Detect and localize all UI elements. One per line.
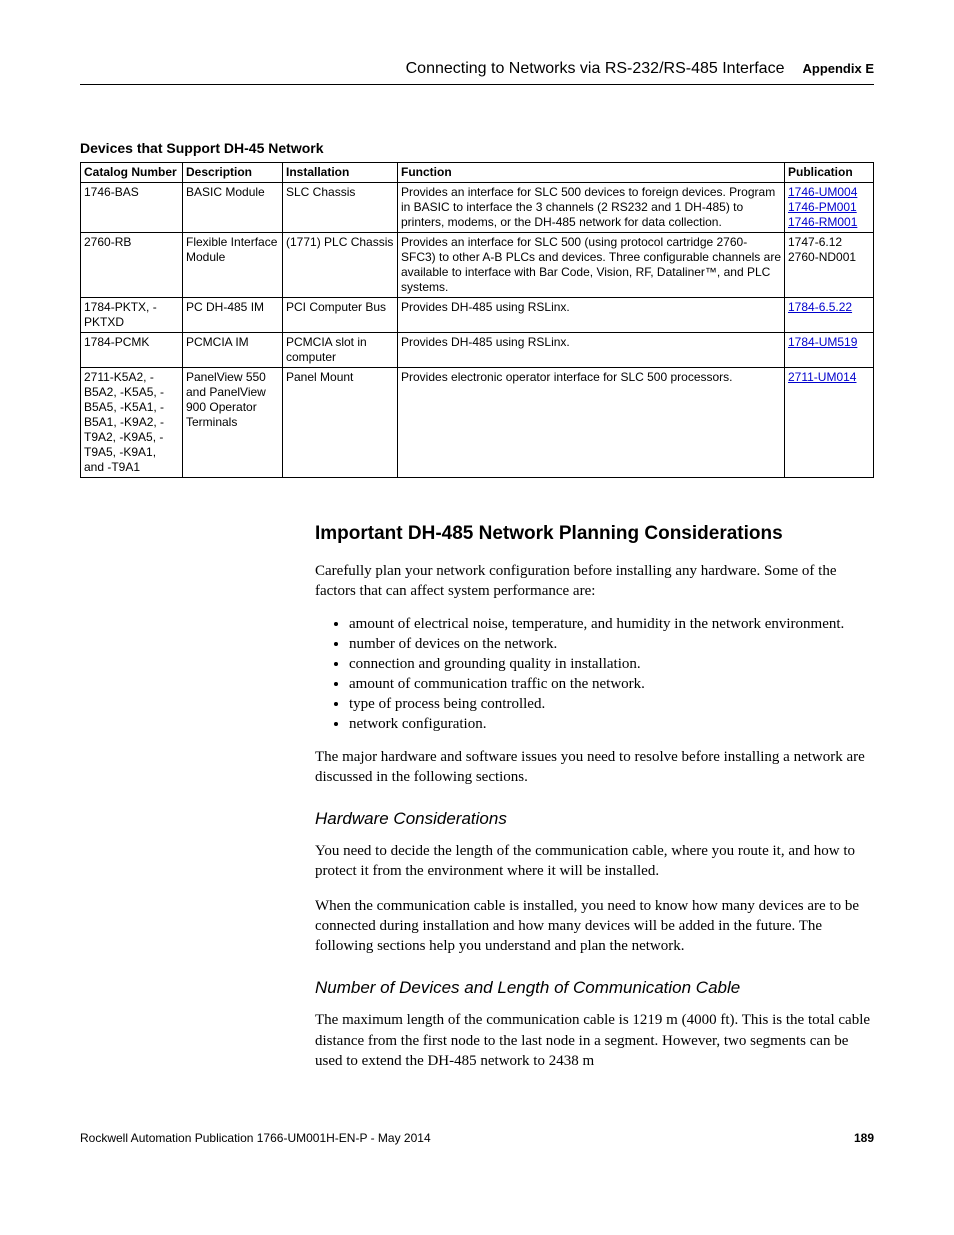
footer-publication: Rockwell Automation Publication 1766-UM0… bbox=[80, 1131, 431, 1145]
cell-publication: 2711-UM014 bbox=[785, 368, 874, 478]
hw-paragraph-2: When the communication cable is installe… bbox=[315, 896, 874, 957]
table-row: 1746-BASBASIC ModuleSLC ChassisProvides … bbox=[81, 183, 874, 233]
table-title: Devices that Support DH-45 Network bbox=[80, 140, 874, 156]
cell-catalog: 1784-PKTX, -PKTXD bbox=[81, 298, 183, 333]
cell-catalog: 2760-RB bbox=[81, 233, 183, 298]
page-header: Connecting to Networks via RS-232/RS-485… bbox=[80, 60, 874, 85]
table-header-row: Catalog Number Description Installation … bbox=[81, 163, 874, 183]
cell-description: BASIC Module bbox=[183, 183, 283, 233]
cell-function: Provides an interface for SLC 500 (using… bbox=[398, 233, 785, 298]
hw-paragraph-1: You need to decide the length of the com… bbox=[315, 841, 874, 882]
cell-function: Provides DH-485 using RSLinx. bbox=[398, 298, 785, 333]
col-header-publication: Publication bbox=[785, 163, 874, 183]
section-heading: Important DH-485 Network Planning Consid… bbox=[315, 523, 874, 545]
col-header-function: Function bbox=[398, 163, 785, 183]
after-list-paragraph: The major hardware and software issues y… bbox=[315, 747, 874, 788]
cell-function: Provides an interface for SLC 500 device… bbox=[398, 183, 785, 233]
cell-installation: (1771) PLC Chassis bbox=[283, 233, 398, 298]
cell-description: Flexible Interface Module bbox=[183, 233, 283, 298]
cell-description: PanelView 550 and PanelView 900 Operator… bbox=[183, 368, 283, 478]
publication-text: 2760-ND001 bbox=[788, 250, 856, 264]
list-item: network configuration. bbox=[349, 716, 874, 733]
cell-function: Provides electronic operator interface f… bbox=[398, 368, 785, 478]
cell-function: Provides DH-485 using RSLinx. bbox=[398, 333, 785, 368]
cell-publication: 1746-UM0041746-PM0011746-RM001 bbox=[785, 183, 874, 233]
cell-publication: 1784-UM519 bbox=[785, 333, 874, 368]
table-row: 1784-PCMKPCMCIA IMPCMCIA slot in compute… bbox=[81, 333, 874, 368]
col-header-installation: Installation bbox=[283, 163, 398, 183]
publication-link[interactable]: 1784-UM519 bbox=[788, 335, 857, 349]
cell-installation: Panel Mount bbox=[283, 368, 398, 478]
header-appendix-label: Appendix E bbox=[802, 61, 874, 76]
publication-link[interactable]: 1746-PM001 bbox=[788, 200, 857, 214]
table-row: 1784-PKTX, -PKTXDPC DH-485 IMPCI Compute… bbox=[81, 298, 874, 333]
col-header-description: Description bbox=[183, 163, 283, 183]
cell-description: PC DH-485 IM bbox=[183, 298, 283, 333]
publication-link[interactable]: 1746-RM001 bbox=[788, 215, 857, 229]
cell-catalog: 2711-K5A2, -B5A2, -K5A5, -B5A5, -K5A1, -… bbox=[81, 368, 183, 478]
num-devices-heading: Number of Devices and Length of Communic… bbox=[315, 978, 874, 998]
publication-text: 1747-6.12 bbox=[788, 235, 842, 249]
cell-installation: SLC Chassis bbox=[283, 183, 398, 233]
publication-link[interactable]: 1746-UM004 bbox=[788, 185, 857, 199]
publication-link[interactable]: 2711-UM014 bbox=[788, 370, 856, 384]
list-item: number of devices on the network. bbox=[349, 636, 874, 653]
page-footer: Rockwell Automation Publication 1766-UM0… bbox=[80, 1131, 874, 1145]
col-header-catalog: Catalog Number bbox=[81, 163, 183, 183]
devices-table: Catalog Number Description Installation … bbox=[80, 162, 874, 478]
cell-publication: 1784-6.5.22 bbox=[785, 298, 874, 333]
cell-installation: PCMCIA slot in computer bbox=[283, 333, 398, 368]
cell-description: PCMCIA IM bbox=[183, 333, 283, 368]
intro-paragraph: Carefully plan your network configuratio… bbox=[315, 561, 874, 602]
num-paragraph-1: The maximum length of the communication … bbox=[315, 1010, 874, 1071]
list-item: type of process being controlled. bbox=[349, 696, 874, 713]
list-item: connection and grounding quality in inst… bbox=[349, 656, 874, 673]
cell-installation: PCI Computer Bus bbox=[283, 298, 398, 333]
hardware-considerations-heading: Hardware Considerations bbox=[315, 809, 874, 829]
factors-list: amount of electrical noise, temperature,… bbox=[315, 616, 874, 733]
table-row: 2711-K5A2, -B5A2, -K5A5, -B5A5, -K5A1, -… bbox=[81, 368, 874, 478]
table-row: 2760-RBFlexible Interface Module(1771) P… bbox=[81, 233, 874, 298]
cell-publication: 1747-6.122760-ND001 bbox=[785, 233, 874, 298]
publication-link[interactable]: 1784-6.5.22 bbox=[788, 300, 852, 314]
footer-page-number: 189 bbox=[854, 1131, 874, 1145]
cell-catalog: 1746-BAS bbox=[81, 183, 183, 233]
cell-catalog: 1784-PCMK bbox=[81, 333, 183, 368]
header-title: Connecting to Networks via RS-232/RS-485… bbox=[406, 60, 785, 78]
list-item: amount of communication traffic on the n… bbox=[349, 676, 874, 693]
list-item: amount of electrical noise, temperature,… bbox=[349, 616, 874, 633]
